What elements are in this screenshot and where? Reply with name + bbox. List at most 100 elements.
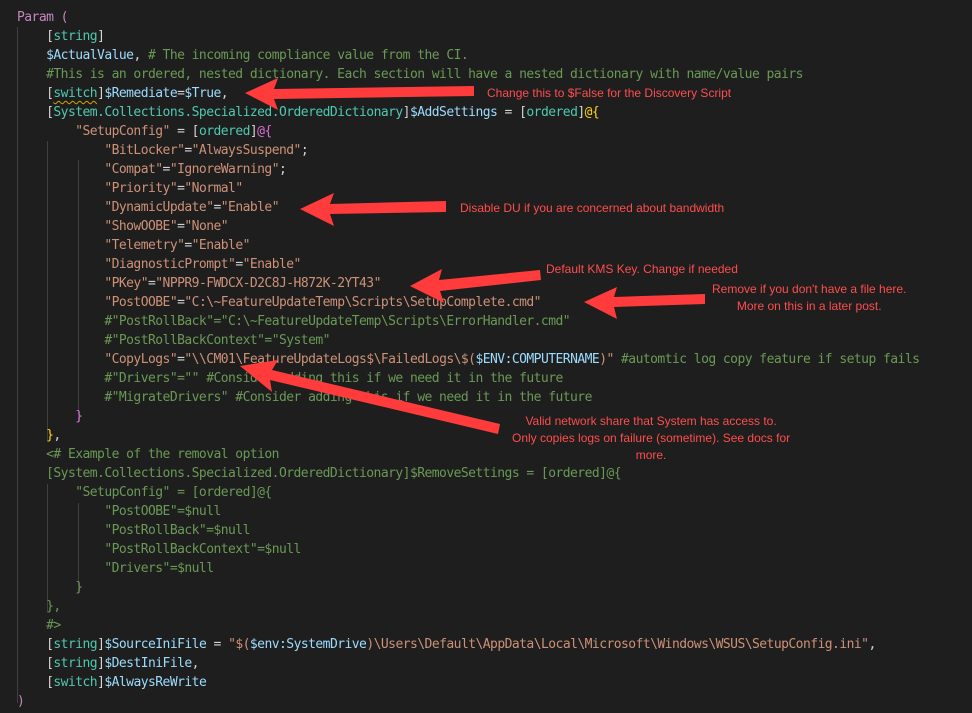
code-line[interactable]: #"MigrateDrivers" #Consider adding this … xyxy=(17,388,592,407)
code-token: = xyxy=(235,257,243,272)
code-line[interactable]: "CopyLogs"="\\CM01\FeatureUpdateLogs$\Fa… xyxy=(17,350,920,369)
code-token: "DynamicUpdate" xyxy=(104,200,214,215)
code-token: $AlwaysReWrite xyxy=(104,675,207,690)
code-line[interactable]: [System.Collections.Specialized.OrderedD… xyxy=(17,103,600,122)
code-line[interactable]: #"PostRollBackContext"="System" xyxy=(17,331,330,350)
code-token: string xyxy=(53,637,98,652)
code-line[interactable]: $ActualValue, # The incoming compliance … xyxy=(17,46,469,65)
code-line[interactable]: "PKey"="NPPR9-FWDCX-D2C8J-H872K-2YT43" xyxy=(17,274,381,293)
code-line[interactable]: #"PostRollBack"="C:\~FeatureUpdateTemp\S… xyxy=(17,312,570,331)
code-token: "Enable" xyxy=(220,200,280,215)
code-line[interactable]: [string]$DestIniFile, xyxy=(17,654,199,673)
code-token: string xyxy=(53,656,98,671)
code-line[interactable]: "Priority"="Normal" xyxy=(17,179,243,198)
code-line[interactable]: Param ( xyxy=(17,8,68,27)
code-line[interactable]: [switch]$AlwaysReWrite xyxy=(17,673,207,692)
code-line[interactable]: "ShowOOBE"="None" xyxy=(17,217,228,236)
code-token: = xyxy=(184,238,192,253)
code-token: #This is an ordered, nested dictionary. … xyxy=(46,67,803,82)
code-line[interactable]: "Compat"="IgnoreWarning"; xyxy=(17,160,287,179)
code-line[interactable]: "SetupConfig" = [ordered]@{ xyxy=(17,122,272,141)
code-token: Param ( xyxy=(17,10,68,25)
code-token: "PostOOBE" xyxy=(104,295,178,310)
remediate-annotation: Change this to $False for the Discovery … xyxy=(487,86,732,100)
code-line[interactable]: }, xyxy=(17,426,61,445)
code-line[interactable]: "PostRollBackContext"=$null xyxy=(17,540,301,559)
code-line[interactable]: <# Example of the removal option xyxy=(17,445,279,464)
code-line[interactable]: "Drivers"=$null xyxy=(17,559,214,578)
copylogs-annotation: Valid network share that System has acce… xyxy=(512,414,791,462)
code-line[interactable]: "SetupConfig" = [ordered]@{ xyxy=(17,483,272,502)
code-line[interactable]: #"Drivers"="" #Consider adding this if w… xyxy=(17,369,563,388)
code-token: ] xyxy=(97,29,105,44)
code-token: $ActualValue xyxy=(46,48,134,63)
code-line[interactable]: [string]$SourceIniFile = "$($env:SystemD… xyxy=(17,635,876,654)
code-token: "ShowOOBE" xyxy=(104,219,178,234)
code-token: $Remediate xyxy=(104,86,178,101)
code-token: $DestIniFile xyxy=(104,656,192,671)
code-token: , xyxy=(191,656,200,671)
code-line[interactable]: [switch]$Remediate=$True, xyxy=(17,84,229,103)
code-line[interactable]: "BitLocker"="AlwaysSuspend"; xyxy=(17,141,308,160)
code-token: @{ xyxy=(257,124,272,139)
code-token: , xyxy=(868,637,876,652)
code-token: , xyxy=(53,428,61,443)
code-token: }, xyxy=(46,599,61,614)
code-line[interactable]: } xyxy=(17,578,83,597)
code-line[interactable]: "DynamicUpdate"="Enable" xyxy=(17,198,279,217)
code-token: = xyxy=(169,124,192,139)
code-token: "Telemetry" xyxy=(104,238,185,253)
code-line[interactable]: #> xyxy=(17,616,61,635)
code-token: = xyxy=(497,105,520,120)
code-token: "Normal" xyxy=(184,181,243,196)
code-token: "None" xyxy=(184,219,229,234)
code-token: @{ xyxy=(584,105,600,120)
code-editor[interactable]: Param ( [string] $ActualValue, # The inc… xyxy=(0,0,972,713)
code-line[interactable]: ) xyxy=(17,692,25,711)
code-token: [System.Collections.Specialized.OrderedD… xyxy=(46,466,621,481)
code-line[interactable]: "PostOOBE"="C:\~FeatureUpdateTemp\Script… xyxy=(17,293,541,312)
code-token: "Enable" xyxy=(191,238,251,253)
code-token: # The incoming compliance value from the… xyxy=(148,48,469,63)
code-token: System.Collections.Specialized.OrderedDi… xyxy=(53,105,403,120)
code-token: "BitLocker" xyxy=(104,143,185,158)
code-token: "Compat" xyxy=(104,162,163,177)
code-token: , xyxy=(220,86,229,101)
code-line[interactable]: [System.Collections.Specialized.OrderedD… xyxy=(17,464,621,483)
code-line[interactable]: } xyxy=(17,407,83,426)
code-line[interactable]: [string] xyxy=(17,27,105,46)
code-line[interactable]: "PostOOBE"=$null xyxy=(17,502,221,521)
code-line[interactable]: }, xyxy=(17,597,61,616)
code-line[interactable]: "DiagnosticPrompt"="Enable" xyxy=(17,255,301,274)
code-token: "PostRollBack"=$null xyxy=(104,523,250,538)
code-line[interactable]: #This is an ordered, nested dictionary. … xyxy=(17,65,803,84)
code-token: string xyxy=(53,29,98,44)
code-token: ] xyxy=(577,105,585,120)
code-line[interactable]: "Telemetry"="Enable" xyxy=(17,236,250,255)
code-token: $env:SystemDrive xyxy=(249,637,367,652)
code-token: $AddSettings xyxy=(409,105,498,120)
code-line[interactable]: "PostRollBack"=$null xyxy=(17,521,250,540)
code-token: switch xyxy=(53,675,98,690)
code-token: "C:\~FeatureUpdateTemp\Scripts\SetupComp… xyxy=(184,295,541,310)
code-token: $True xyxy=(184,86,221,101)
postoobe-annotation: Remove if you don't have a file here. Mo… xyxy=(712,282,907,313)
